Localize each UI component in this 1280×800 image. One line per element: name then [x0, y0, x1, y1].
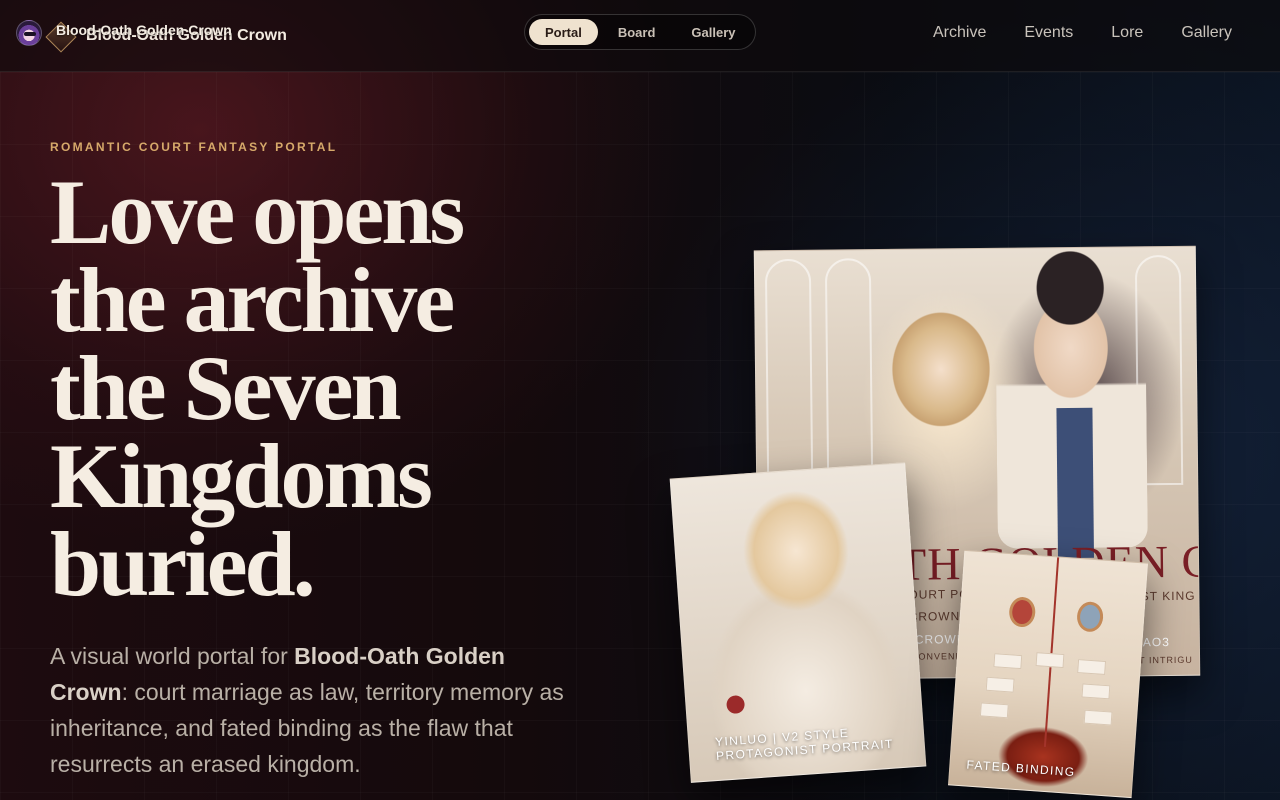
pedestal-block: [979, 702, 1009, 719]
portrait-card[interactable]: YINLUO | V2 STYLE PROTAGONIST PORTRAIT: [669, 462, 927, 783]
pedestal-block: [993, 653, 1023, 670]
hero-eyebrow: ROMANTIC COURT FANTASY PORTAL: [50, 140, 338, 154]
poster-tagline: T INTRIGU: [1139, 654, 1193, 666]
nav-events[interactable]: Events: [1024, 24, 1073, 42]
nav-gallery[interactable]: Gallery: [1181, 24, 1232, 42]
pedestal-block: [985, 676, 1015, 693]
rose-decoration: [725, 694, 746, 715]
headline-line: the Seven: [50, 337, 402, 439]
headline-line: the archive: [50, 249, 455, 351]
tab-portal[interactable]: Portal: [529, 19, 598, 45]
pedestal-block: [1035, 652, 1065, 669]
hero-headline: Love opens the archive the Seven Kingdom…: [50, 161, 590, 615]
brand[interactable]: Blood-Oath Golden Crown Blood-Oath Golde…: [16, 18, 316, 54]
headline-line: buried.: [50, 513, 316, 615]
brand-title-overlay: Blood-Oath Golden Crown: [56, 22, 232, 38]
pedestal-block: [1077, 659, 1107, 675]
nav-archive[interactable]: Archive: [933, 24, 986, 42]
poster-tagline: AO3: [1142, 634, 1170, 650]
tab-gallery[interactable]: Gallery: [675, 19, 751, 45]
blue-ring-icon: [1076, 600, 1105, 633]
lede-rest: : court marriage as law, territory memor…: [50, 679, 564, 777]
hero-description: A visual world portal for Blood-Oath Gol…: [50, 638, 570, 782]
window-arch: [764, 258, 814, 490]
top-header: Blood-Oath Golden Crown Blood-Oath Golde…: [0, 0, 1280, 72]
headline-line: Kingdoms: [50, 425, 433, 527]
headline-line: Love opens: [50, 161, 465, 263]
binding-card[interactable]: FATED BINDING: [947, 549, 1149, 799]
avatar: [16, 20, 42, 46]
nav-lore[interactable]: Lore: [1111, 24, 1143, 42]
top-nav: Archive Events Lore Gallery: [933, 24, 1232, 42]
lede-intro: A visual world portal for: [50, 643, 295, 669]
portrait-label: YINLUO | V2 STYLE PROTAGONIST PORTRAIT: [715, 723, 895, 763]
pedestal-block: [1081, 683, 1111, 700]
binding-label: FATED BINDING: [965, 757, 1077, 780]
red-ring-icon: [1008, 596, 1037, 628]
view-switcher: Portal Board Gallery: [524, 14, 756, 50]
prince-figure: [994, 247, 1148, 549]
tab-board[interactable]: Board: [602, 19, 672, 45]
pedestal-block: [1083, 709, 1113, 726]
